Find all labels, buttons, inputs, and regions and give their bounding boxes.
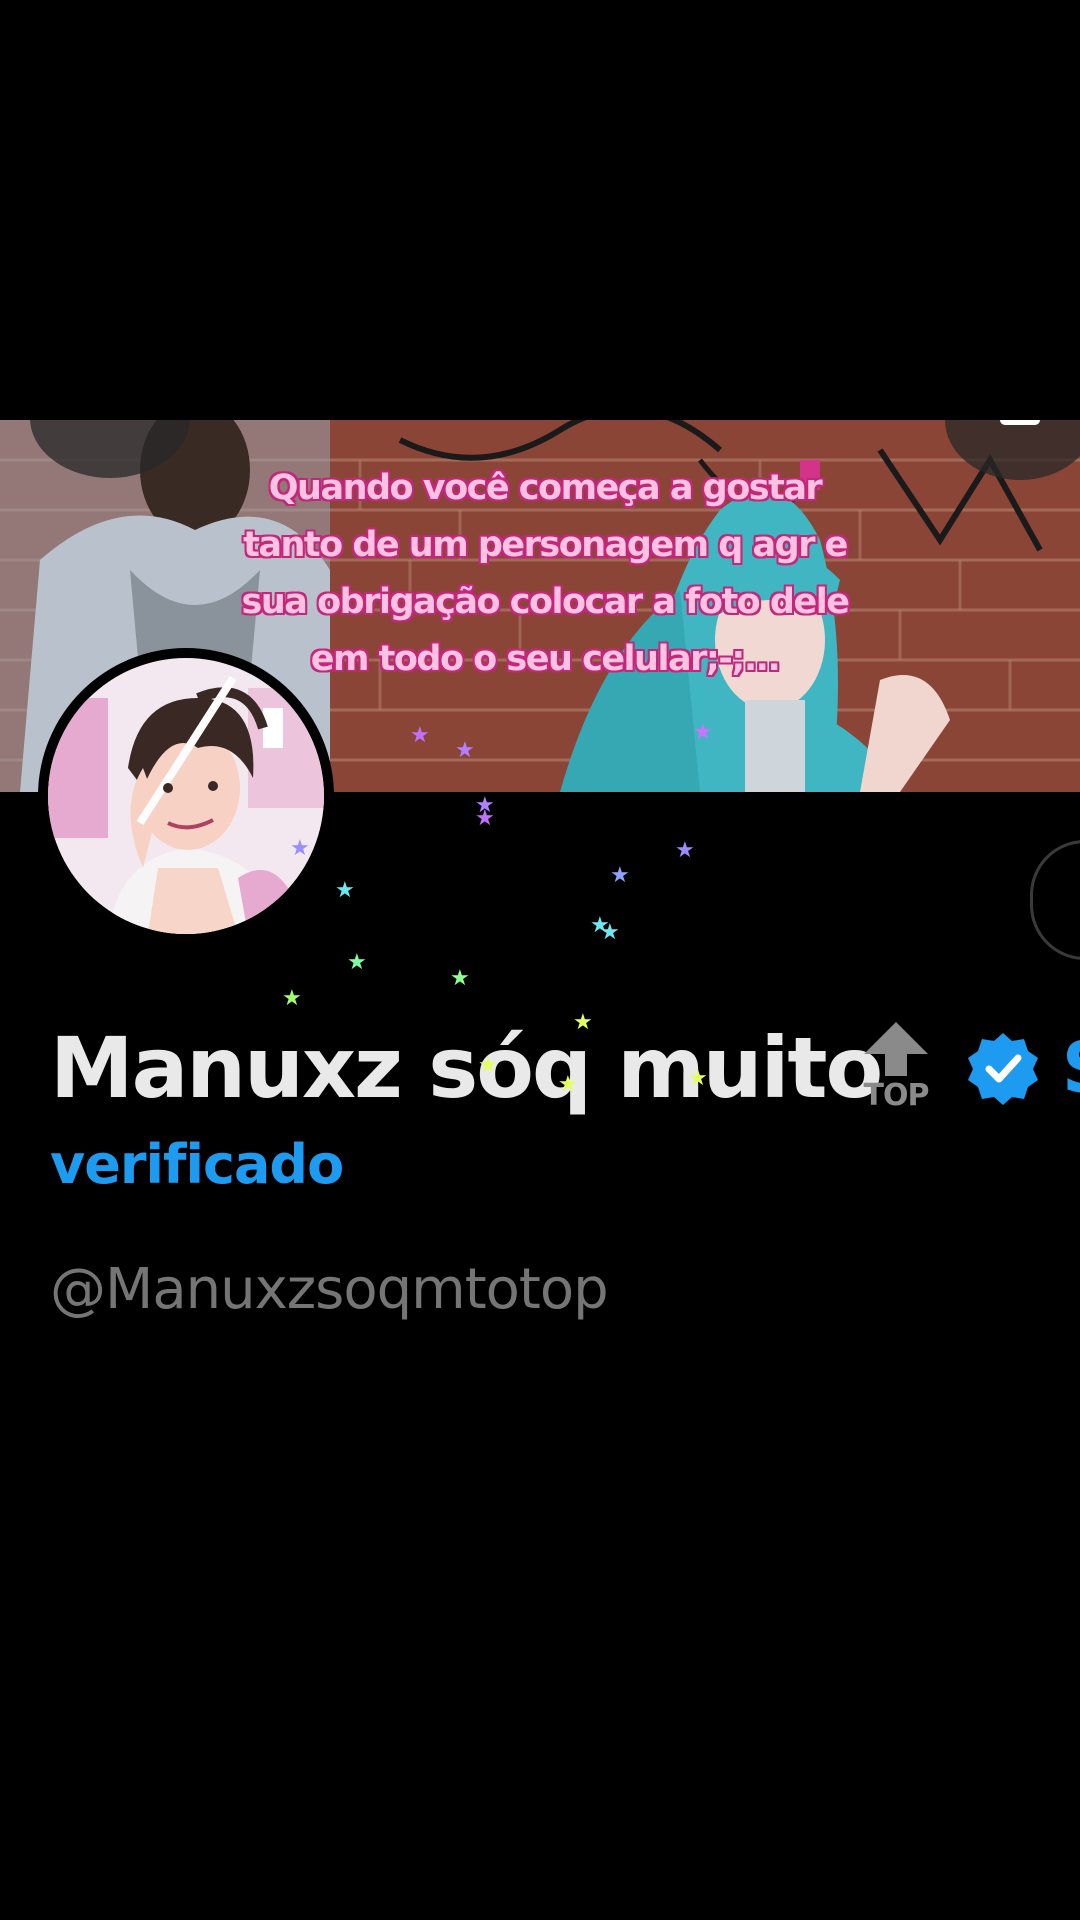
verified-badge-icon[interactable]: [965, 1030, 1041, 1106]
avatar-image: [48, 658, 324, 934]
top-arrow-stem: [885, 1052, 907, 1076]
sparkle-star-icon: ★: [475, 806, 495, 831]
sparkle-star-icon: ★: [347, 950, 367, 975]
sparkle-star-icon: ★: [600, 920, 620, 945]
avatar[interactable]: [38, 648, 334, 944]
caption-line: tanto de um personagem q agr e: [243, 525, 848, 565]
profile-screen: Quando você começa a gostar tanto de um …: [0, 0, 1080, 1920]
sparkle-star-icon: ★: [573, 1010, 593, 1035]
sparkle-star-icon: ★: [478, 1053, 498, 1078]
banner-caption: Quando você começa a gostar tanto de um …: [230, 460, 860, 688]
top-arrow-icon: [864, 1022, 928, 1054]
sparkle-star-icon: ★: [410, 723, 430, 748]
caption-line: sua obrigação colocar a foto dele: [241, 582, 850, 622]
sparkle-star-icon: ★: [610, 863, 630, 888]
display-name: Manuxz sóq muito: [50, 1019, 883, 1117]
sparkle-star-icon: ★: [282, 986, 302, 1011]
sparkle-star-icon: ★: [558, 1072, 578, 1097]
top-badge-label: TOP: [863, 1078, 930, 1113]
sparkle-star-icon: ★: [290, 836, 310, 861]
follow-button[interactable]: [1030, 840, 1080, 960]
sparkle-star-icon: ★: [675, 838, 695, 863]
sparkle-star-icon: ★: [688, 1066, 708, 1091]
top-badge: TOP: [852, 1018, 932, 1118]
display-name-overflow: S: [1062, 1018, 1080, 1118]
verified-label: verificado: [50, 1133, 344, 1196]
sparkle-star-icon: ★: [450, 966, 470, 991]
caption-line: Quando você começa a gostar: [268, 468, 823, 508]
caption-line: em todo o seu celular;-;...: [310, 639, 781, 679]
sparkle-star-icon: ★: [335, 878, 355, 903]
sparkle-star-icon: ★: [455, 738, 475, 763]
profile-handle: @Manuxzsoqmtotop: [50, 1257, 609, 1322]
sparkle-star-icon: ★: [693, 720, 713, 745]
